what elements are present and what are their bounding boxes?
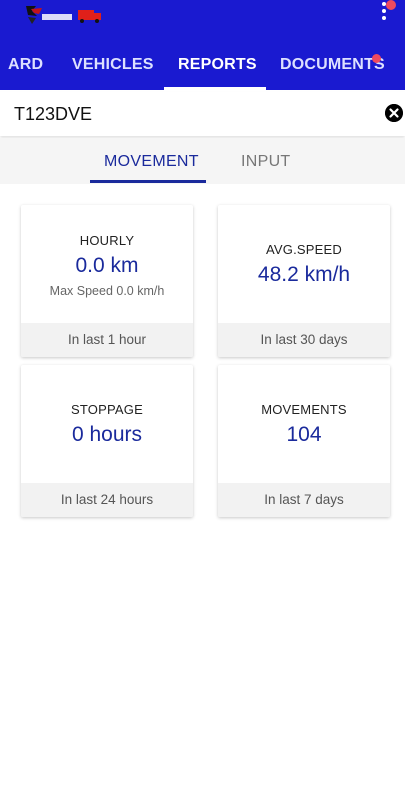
company-logo xyxy=(26,6,101,24)
menu-notification-badge xyxy=(386,0,396,10)
card-footer: In last 24 hours xyxy=(21,483,193,517)
active-subtab-indicator xyxy=(90,180,206,183)
card-footer: In last 7 days xyxy=(218,483,390,517)
clear-circle-icon[interactable] xyxy=(385,104,403,122)
tab-vehicles[interactable]: VEHICLES xyxy=(72,56,154,74)
subtab-movement[interactable]: MOVEMENT xyxy=(104,153,199,171)
card-label: STOPPAGE xyxy=(71,402,143,417)
more-vert-icon-dot xyxy=(382,16,386,20)
stat-card-avg-speed[interactable]: AVG.SPEED 48.2 km/h In last 30 days xyxy=(218,205,390,357)
card-footer: In last 30 days xyxy=(218,323,390,357)
top-tab-bar: ARD VEHICLES REPORTS DOCUMENTS xyxy=(0,40,405,90)
tab-documents[interactable]: DOCUMENTS xyxy=(280,56,385,74)
card-label: AVG.SPEED xyxy=(266,242,342,257)
active-tab-indicator xyxy=(164,87,266,90)
app-header: ARD VEHICLES REPORTS DOCUMENTS xyxy=(0,0,405,90)
stat-card-hourly[interactable]: HOURLY 0.0 km Max Speed 0.0 km/h In last… xyxy=(21,205,193,357)
card-label: MOVEMENTS xyxy=(261,402,347,417)
card-label: HOURLY xyxy=(79,233,135,248)
card-value: 48.2 km/h xyxy=(257,263,351,286)
documents-notification-badge xyxy=(372,54,381,63)
more-vert-icon-dot xyxy=(382,9,386,13)
search-input-value[interactable]: T123DVE xyxy=(14,104,92,125)
card-value: 0 hours xyxy=(71,423,143,446)
card-subtext: Max Speed 0.0 km/h xyxy=(49,284,165,298)
report-subtab-bar: MOVEMENT INPUT xyxy=(0,138,405,184)
subtab-input[interactable]: INPUT xyxy=(241,153,291,171)
stat-card-movements[interactable]: MOVEMENTS 104 In last 7 days xyxy=(218,365,390,517)
tab-reports[interactable]: REPORTS xyxy=(178,56,257,74)
card-value: 104 xyxy=(286,423,322,446)
card-value: 0.0 km xyxy=(75,254,139,277)
tab-dashboard[interactable]: ARD xyxy=(8,56,43,74)
stat-card-stoppage[interactable]: STOPPAGE 0 hours In last 24 hours xyxy=(21,365,193,517)
card-footer: In last 1 hour xyxy=(21,323,193,357)
vehicle-search-bar[interactable]: T123DVE xyxy=(0,92,405,136)
